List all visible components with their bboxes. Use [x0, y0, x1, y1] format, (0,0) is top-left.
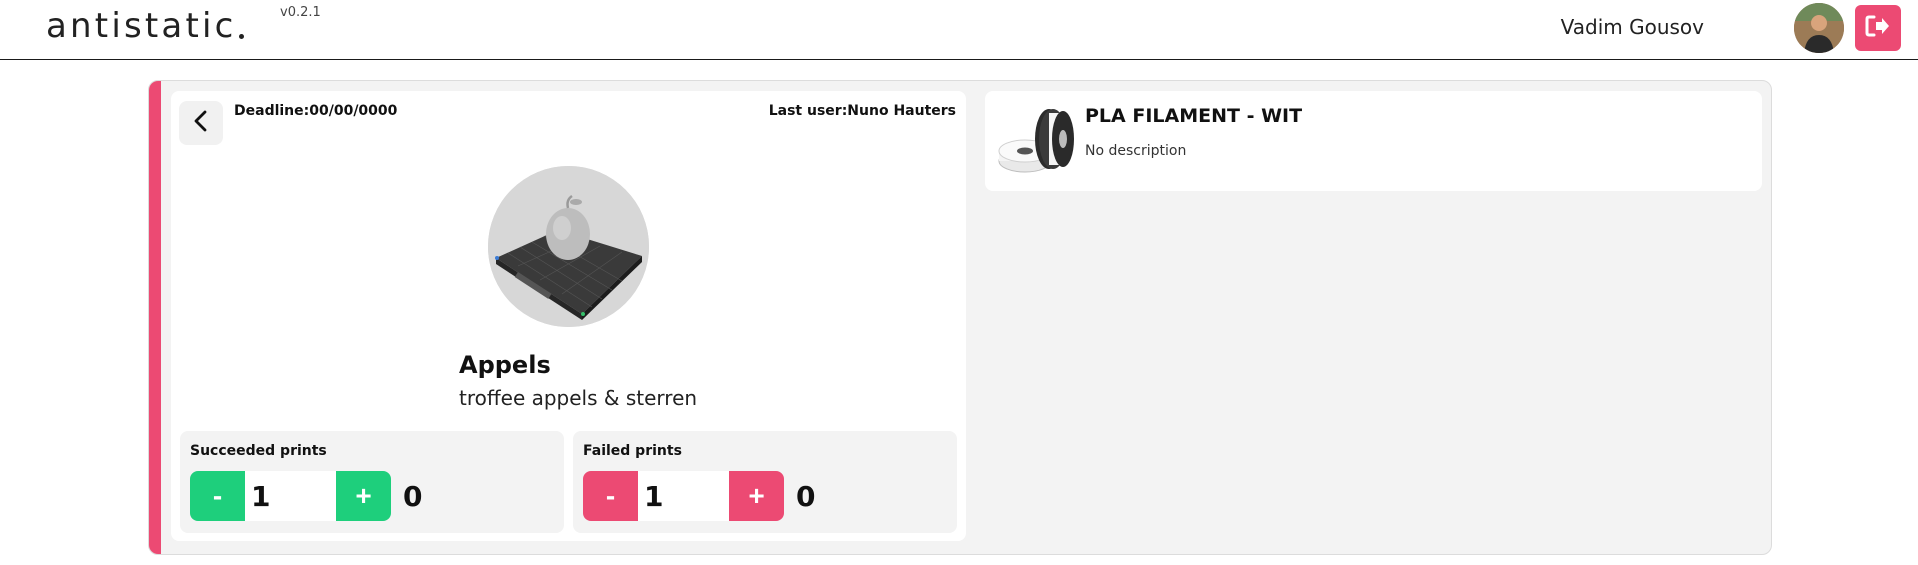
accent-bar [149, 81, 161, 554]
succeeded-decrement-button[interactable]: - [190, 471, 245, 521]
last-user-text: Last user:Nuno Hauters [768, 103, 956, 119]
print-info-panel: Deadline:00/00/0000 Last user:Nuno Haute… [171, 91, 966, 541]
print-title: Appels [459, 351, 551, 379]
filament-spool-image [995, 103, 1075, 183]
failed-prints-label: Failed prints [583, 443, 682, 459]
material-title: PLA FILAMENT - WIT [1085, 105, 1303, 127]
failed-stepper: - + 0 [583, 471, 815, 521]
top-bar: antistatic v0.2.1 Vadim Gousov [0, 0, 1918, 60]
avatar[interactable] [1794, 3, 1844, 53]
failed-increment-button[interactable]: + [729, 471, 784, 521]
material-card[interactable]: PLA FILAMENT - WIT No description [985, 91, 1762, 191]
succeeded-increment-button[interactable]: + [336, 471, 391, 521]
logout-icon [1865, 14, 1891, 42]
succeeded-count: 0 [403, 479, 423, 513]
user-name: Vadim Gousov [1560, 15, 1704, 39]
succeeded-step-input[interactable] [245, 471, 336, 521]
print-detail-card: Deadline:00/00/0000 Last user:Nuno Haute… [148, 80, 1772, 555]
succeeded-prints-counter: Succeeded prints - + 0 [180, 431, 564, 533]
succeeded-prints-label: Succeeded prints [190, 443, 327, 459]
succeeded-stepper: - + 0 [190, 471, 422, 521]
failed-prints-counter: Failed prints - + 0 [573, 431, 957, 533]
deadline-text: Deadline:00/00/0000 [234, 103, 398, 119]
app-version: v0.2.1 [280, 5, 321, 20]
material-description: No description [1085, 143, 1187, 159]
app-logo[interactable]: antistatic [46, 6, 244, 46]
logout-button[interactable] [1855, 5, 1901, 51]
print-description: troffee appels & sterren [459, 386, 698, 410]
back-button[interactable] [179, 101, 223, 145]
chevron-left-icon [191, 109, 211, 137]
failed-count: 0 [796, 479, 816, 513]
failed-decrement-button[interactable]: - [583, 471, 638, 521]
failed-step-input[interactable] [638, 471, 729, 521]
print-preview-image [488, 166, 649, 327]
